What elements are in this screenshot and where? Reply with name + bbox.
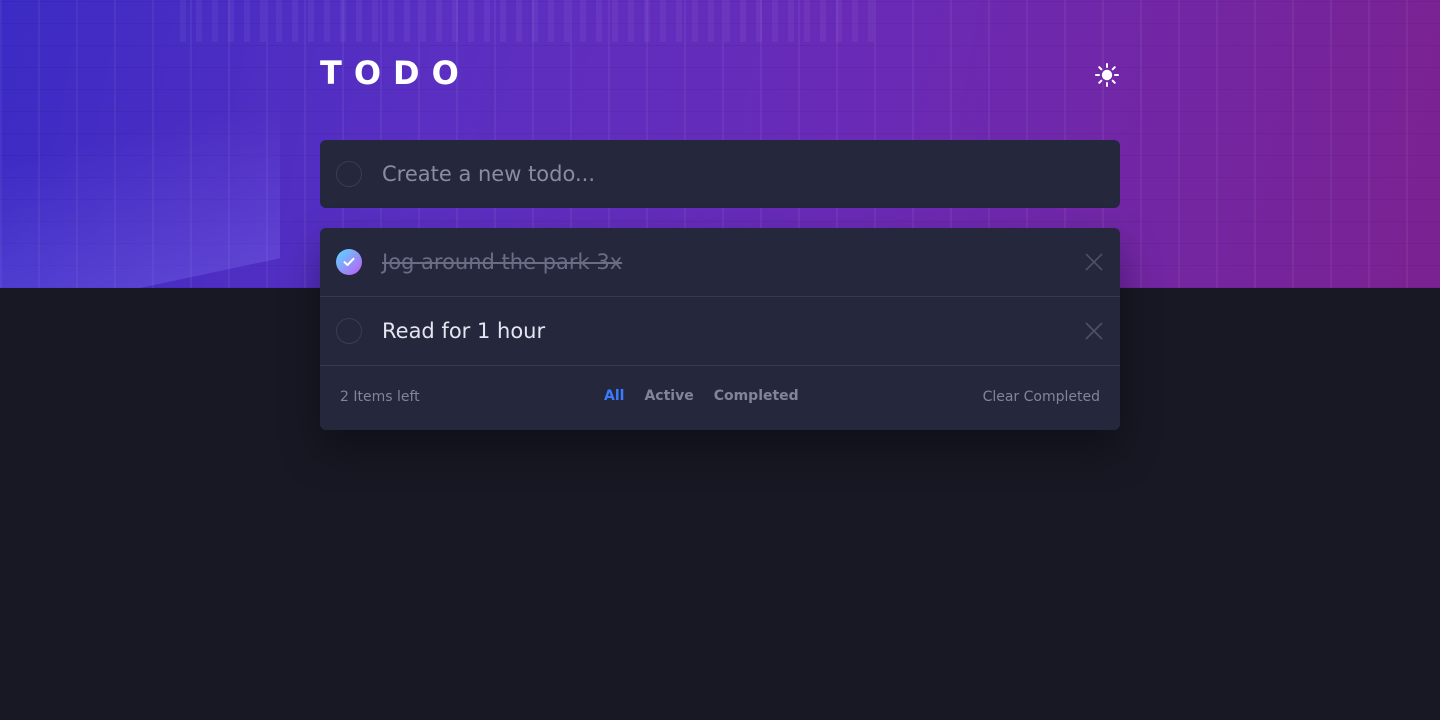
filter-all[interactable]: All — [604, 388, 624, 404]
filter-active[interactable]: Active — [644, 388, 693, 404]
todo-footer: 2 Items left All Active Completed Clear … — [320, 366, 1120, 430]
todo-list: Jog around the park 3x Read for 1 hour 2… — [320, 228, 1120, 430]
delete-todo-button[interactable] — [1084, 321, 1104, 341]
todo-checkbox[interactable] — [336, 318, 362, 344]
sun-icon — [1095, 63, 1119, 87]
theme-toggle-button[interactable] — [1092, 60, 1122, 90]
todo-text: Read for 1 hour — [382, 319, 546, 343]
app-title: TODO — [320, 54, 471, 92]
new-todo-input[interactable] — [382, 154, 1082, 194]
filter-group: All Active Completed — [604, 388, 799, 404]
todo-checkbox-checked[interactable] — [336, 249, 362, 275]
check-icon — [343, 257, 355, 266]
todo-item[interactable]: Read for 1 hour — [320, 297, 1120, 366]
filter-completed[interactable]: Completed — [714, 388, 799, 404]
delete-todo-button[interactable] — [1084, 252, 1104, 272]
clear-completed-button[interactable]: Clear Completed — [983, 389, 1100, 405]
close-icon — [1085, 253, 1103, 271]
new-todo-card — [320, 140, 1120, 208]
todo-text: Jog around the park 3x — [382, 250, 623, 274]
new-todo-circle[interactable] — [336, 161, 362, 187]
items-left-count: 2 Items left — [340, 389, 420, 405]
close-icon — [1085, 322, 1103, 340]
todo-item[interactable]: Jog around the park 3x — [320, 228, 1120, 297]
